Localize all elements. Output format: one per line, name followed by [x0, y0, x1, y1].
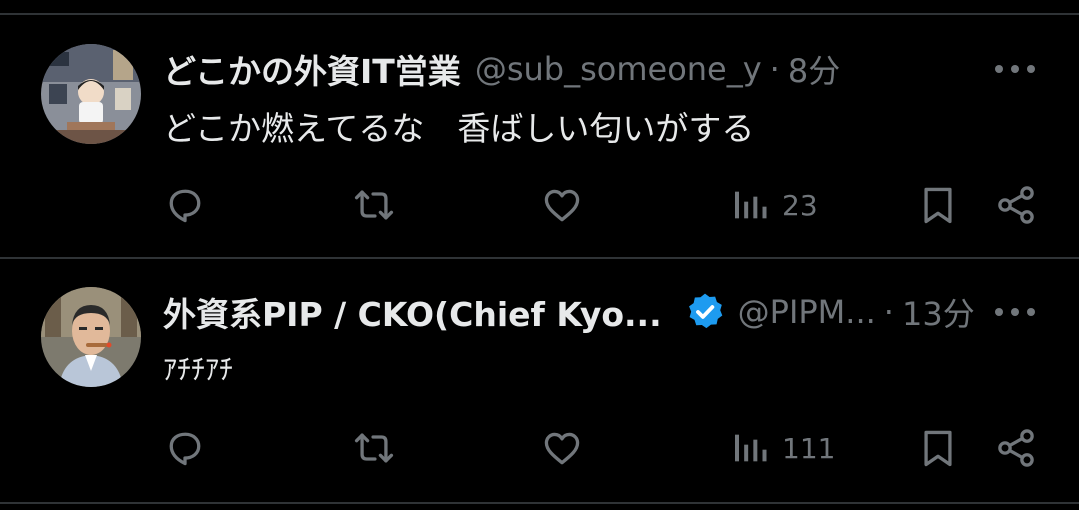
timestamp[interactable]: 8分 — [788, 46, 840, 92]
share-icon — [998, 429, 1034, 467]
verified-icon — [688, 293, 722, 329]
view-count: 111 — [782, 431, 836, 465]
avatar[interactable] — [41, 287, 141, 387]
share-icon — [998, 186, 1034, 224]
bookmark-button[interactable] — [916, 423, 960, 473]
bookmark-icon — [924, 430, 952, 467]
tweet[interactable]: 外資系PIP / CKO(Chief Kyo... @PIPM... · 13分… — [0, 258, 1079, 503]
timestamp[interactable]: 13分 — [902, 289, 975, 335]
bookmark-icon — [924, 187, 952, 224]
action-bar: 111 — [0, 423, 1079, 473]
reply-icon — [169, 432, 201, 466]
view-count: 23 — [782, 188, 818, 222]
views-icon — [735, 191, 767, 219]
tweet-text: どこか燃えてるな 香ばしい匂いがする — [163, 109, 755, 148]
separator-dot: · — [883, 293, 894, 331]
display-name[interactable]: どこかの外資IT営業 — [163, 45, 461, 93]
reply-button[interactable] — [163, 180, 207, 230]
separator-dot: · — [769, 50, 780, 88]
reply-icon — [169, 189, 201, 223]
retweet-icon — [354, 190, 394, 220]
like-button[interactable] — [540, 180, 584, 230]
views-button[interactable]: 23 — [730, 180, 818, 230]
like-icon — [544, 189, 580, 222]
handle[interactable]: @PIPM... — [738, 293, 876, 331]
views-icon — [735, 434, 767, 462]
tweet-text: ｱﾁﾁｱﾁ — [163, 353, 234, 386]
display-name[interactable]: 外資系PIP / CKO(Chief Kyo... — [163, 288, 662, 336]
like-button[interactable] — [540, 423, 584, 473]
avatar[interactable] — [41, 44, 141, 144]
bookmark-button[interactable] — [916, 180, 960, 230]
share-button[interactable] — [994, 423, 1038, 473]
action-bar: 23 — [0, 180, 1079, 230]
bottom-divider — [0, 502, 1079, 504]
views-button[interactable]: 111 — [730, 423, 835, 473]
tweet-header: 外資系PIP / CKO(Chief Kyo... @PIPM... · 13分 — [163, 287, 975, 337]
share-button[interactable] — [994, 180, 1038, 230]
retweet-icon — [354, 433, 394, 463]
verified-badge — [684, 291, 726, 333]
tweet[interactable]: どこかの外資IT営業 @sub_someone_y · 8分 どこか燃えてるな … — [0, 0, 1079, 258]
handle[interactable]: @sub_someone_y — [475, 50, 762, 88]
more-icon[interactable] — [995, 54, 1035, 84]
like-icon — [544, 432, 580, 465]
more-icon[interactable] — [995, 297, 1035, 327]
reply-button[interactable] — [163, 423, 207, 473]
tweet-header: どこかの外資IT営業 @sub_someone_y · 8分 — [163, 44, 840, 94]
retweet-button[interactable] — [352, 423, 396, 473]
retweet-button[interactable] — [352, 180, 396, 230]
